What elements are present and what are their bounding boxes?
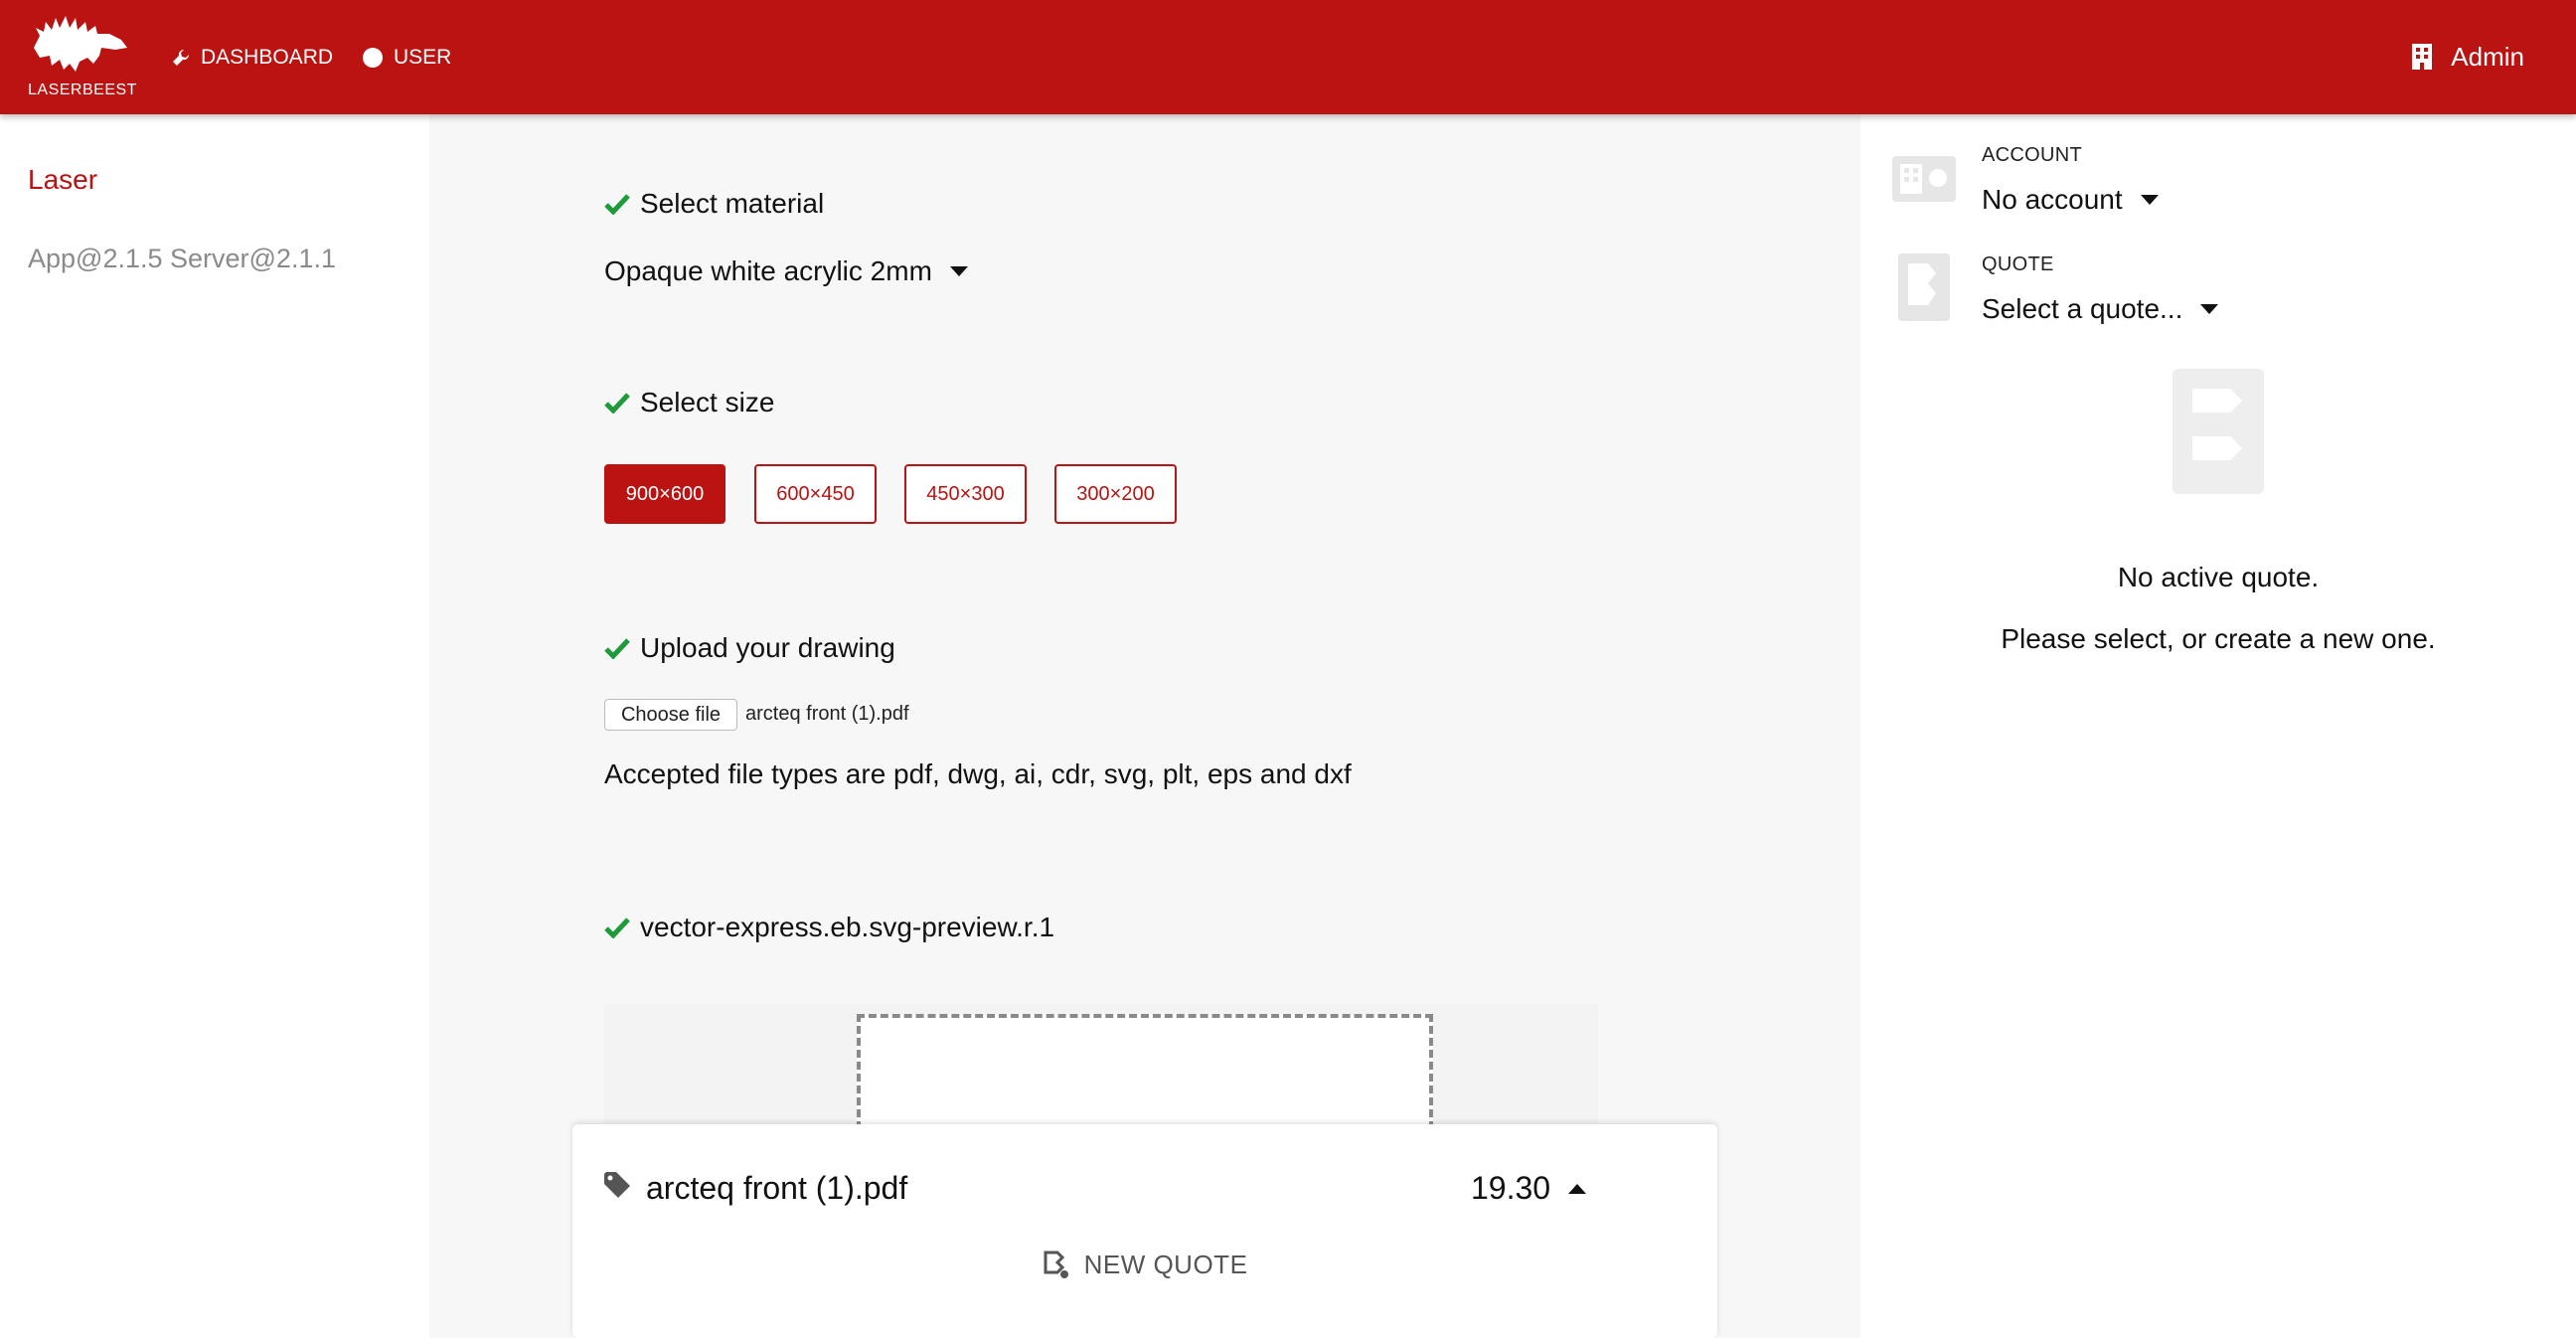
laserbeest-logo[interactable]: LASERBEEST bbox=[24, 14, 136, 103]
top-bar: LASERBEEST DASHBOARD USER Admin bbox=[0, 0, 2576, 114]
nav-dashboard-label: DASHBOARD bbox=[201, 46, 334, 69]
accepted-file-types: Accepted file types are pdf, dwg, ai, cd… bbox=[604, 758, 1352, 789]
nav-user-label: USER bbox=[394, 46, 452, 69]
selected-file-name: arcteq front (1).pdf bbox=[745, 703, 909, 725]
quote-card: arcteq front (1).pdf 19.30 NEW QUOTE bbox=[572, 1124, 1717, 1338]
step-title: vector-express.eb.svg-preview.r.1 bbox=[640, 912, 1055, 942]
chevron-down-icon bbox=[2140, 195, 2159, 205]
step-upload-drawing: Upload your drawing bbox=[604, 632, 895, 664]
choose-file-button[interactable]: Choose file bbox=[604, 699, 737, 731]
circle-icon bbox=[362, 47, 384, 69]
chevron-down-icon bbox=[949, 266, 968, 276]
step-preview: vector-express.eb.svg-preview.r.1 bbox=[604, 912, 1054, 943]
account-dropdown-value: No account bbox=[1982, 184, 2123, 215]
size-option-300x200[interactable]: 300×200 bbox=[1054, 464, 1177, 524]
sidebar: Laser App@2.1.5 Server@2.1.1 bbox=[0, 114, 429, 1338]
step-title: Select material bbox=[640, 188, 825, 219]
quote-dropdown[interactable]: Select a quote... bbox=[1982, 293, 2219, 325]
step-select-size: Select size bbox=[604, 387, 774, 418]
nav-dashboard[interactable]: DASHBOARD bbox=[171, 36, 333, 80]
main-content: Select material Opaque white acrylic 2mm… bbox=[429, 114, 1860, 1338]
right-panel: ACCOUNT No account QUOTE Select a quote.… bbox=[1860, 114, 2576, 1338]
quote-file-name: arcteq front (1).pdf bbox=[646, 1170, 908, 1206]
logo-text: LASERBEEST bbox=[28, 82, 137, 98]
check-icon bbox=[604, 917, 630, 938]
tag-icon bbox=[602, 1170, 632, 1205]
building-icon bbox=[2411, 43, 2433, 71]
quote-price-toggle[interactable]: 19.30 bbox=[1471, 1170, 1587, 1207]
admin-label: Admin bbox=[2451, 41, 2524, 72]
material-dropdown[interactable]: Opaque white acrylic 2mm bbox=[604, 255, 968, 287]
account-dropdown[interactable]: No account bbox=[1982, 184, 2159, 216]
new-quote-icon bbox=[1043, 1251, 1070, 1280]
step-title: Upload your drawing bbox=[640, 632, 895, 663]
admin-menu[interactable]: Admin bbox=[2411, 34, 2524, 80]
chevron-down-icon bbox=[2200, 304, 2219, 314]
nav-user[interactable]: USER bbox=[362, 36, 451, 80]
quote-label: QUOTE bbox=[1982, 253, 2054, 275]
check-icon bbox=[604, 392, 630, 414]
quote-price: 19.30 bbox=[1471, 1170, 1551, 1206]
empty-quote-icon bbox=[2173, 369, 2264, 499]
size-option-600x450[interactable]: 600×450 bbox=[754, 464, 877, 524]
chevron-up-icon bbox=[1568, 1183, 1587, 1194]
account-label: ACCOUNT bbox=[1982, 144, 2082, 166]
step-title: Select size bbox=[640, 387, 775, 418]
wrench-icon bbox=[171, 48, 191, 68]
size-option-900x600[interactable]: 900×600 bbox=[604, 464, 725, 524]
new-quote-button[interactable]: NEW QUOTE bbox=[572, 1250, 1717, 1280]
no-quote-title: No active quote. bbox=[2117, 562, 2320, 592]
quote-icon bbox=[1898, 253, 1950, 326]
step-select-material: Select material bbox=[604, 188, 824, 220]
material-dropdown-value: Opaque white acrylic 2mm bbox=[604, 255, 932, 286]
check-icon bbox=[604, 637, 630, 659]
quote-dropdown-value: Select a quote... bbox=[1982, 293, 2183, 324]
check-icon bbox=[604, 193, 630, 215]
version-text: App@2.1.5 Server@2.1.1 bbox=[28, 244, 336, 273]
size-option-450x300[interactable]: 450×300 bbox=[904, 464, 1027, 524]
no-quote-text: Please select, or create a new one. bbox=[2001, 623, 2436, 654]
account-icon bbox=[1892, 156, 1956, 207]
beast-logo-icon bbox=[34, 16, 127, 72]
sidebar-item-laser[interactable]: Laser bbox=[28, 164, 97, 196]
new-quote-label: NEW QUOTE bbox=[1083, 1250, 1248, 1279]
